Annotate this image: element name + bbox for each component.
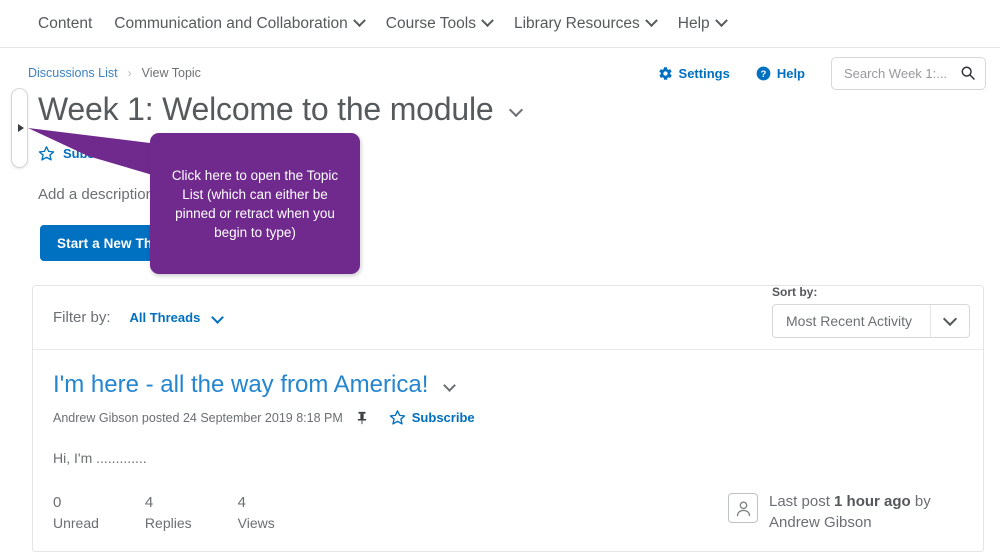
breadcrumb-current-view-topic: View Topic — [141, 66, 201, 80]
question-circle-icon: ? — [756, 66, 771, 81]
breadcrumb-toolbar-row: Discussions List › View Topic Settings ?… — [0, 48, 1000, 90]
thread-chevron-down-icon[interactable] — [443, 378, 457, 392]
nav-item-help[interactable]: Help — [677, 14, 728, 33]
nav-item-library-resources[interactable]: Library Resources — [513, 14, 658, 33]
sort-by-value: Most Recent Activity — [786, 313, 913, 329]
nav-item-label: Communication and Collaboration — [114, 14, 348, 32]
thread-author-timestamp: Andrew Gibson posted 24 September 2019 8… — [53, 410, 343, 425]
sort-by-group: Sort by: Most Recent Activity — [772, 285, 970, 338]
chevron-down-icon — [930, 305, 969, 337]
stat-replies: 4 Replies — [145, 493, 192, 533]
last-post-time: 1 hour ago — [834, 493, 911, 510]
last-post-prefix: Last post — [769, 493, 835, 510]
stat-value: 4 — [144, 494, 154, 511]
chevron-down-icon — [714, 14, 728, 28]
thread-footer: 0 Unread 4 Replies 4 Views Last post 1 h… — [53, 491, 961, 533]
chevron-down-icon — [211, 310, 224, 324]
nav-item-label: Content — [38, 14, 93, 32]
filter-by-value: All Threads — [129, 310, 201, 325]
nav-item-course-tools[interactable]: Course Tools — [385, 14, 494, 33]
triangle-right-icon — [17, 124, 24, 132]
threads-toolbar: Filter by: All Threads Sort by: Most Rec… — [33, 285, 983, 350]
chevron-down-icon — [644, 14, 658, 28]
nav-item-label: Library Resources — [513, 14, 640, 32]
topic-list-panel-handle[interactable] — [11, 88, 28, 168]
breadcrumb-separator-icon: › — [127, 66, 132, 80]
last-post-info: Last post 1 hour ago by Andrew Gibson — [728, 491, 961, 533]
callout-pointer-tail — [28, 128, 158, 176]
last-post-middle: by — [910, 493, 931, 510]
page-title-chevron-down-icon[interactable] — [509, 102, 524, 118]
star-outline-icon — [389, 409, 406, 426]
thread-title-link[interactable]: I'm here - all the way from America! — [53, 371, 428, 399]
search-box[interactable] — [831, 56, 986, 90]
nav-item-label: Help — [677, 14, 710, 32]
page-title: Week 1: Welcome to the module — [38, 90, 494, 127]
chevron-down-icon — [481, 14, 494, 28]
stat-label: Unread — [53, 515, 99, 531]
pin-icon — [355, 410, 369, 426]
thread-subscribe-button[interactable]: Subscribe — [389, 409, 475, 426]
nav-item-communication-and-collaboration[interactable]: Communication and Collaboration — [114, 14, 366, 33]
gear-icon — [658, 66, 673, 81]
thread-body-excerpt: Hi, I'm ............. — [53, 450, 147, 466]
filter-by-dropdown[interactable]: All Threads — [129, 310, 224, 325]
sort-by-label: Sort by: — [772, 285, 818, 299]
stat-label: Replies — [144, 515, 192, 531]
chevron-down-icon — [352, 14, 366, 28]
page-title-row: Week 1: Welcome to the module — [0, 84, 1000, 132]
callout-text: Click here to open the Topic List (which… — [171, 167, 339, 240]
svg-text:?: ? — [760, 68, 766, 78]
nav-item-content[interactable]: Content — [38, 15, 92, 33]
settings-label: Settings — [678, 65, 730, 81]
stat-value: 4 — [237, 494, 246, 511]
last-post-text: Last post 1 hour ago by Andrew Gibson — [769, 491, 959, 533]
threads-card: Filter by: All Threads Sort by: Most Rec… — [32, 285, 984, 552]
settings-button[interactable]: Settings — [658, 66, 730, 81]
user-avatar-icon — [728, 493, 758, 523]
stat-value: 0 — [53, 494, 62, 511]
stat-views: 4 Views — [238, 493, 275, 533]
search-icon[interactable] — [960, 65, 976, 81]
last-post-author: Andrew Gibson — [769, 514, 872, 531]
search-input[interactable] — [842, 64, 960, 82]
help-label: Help — [776, 65, 805, 81]
stat-label: Views — [237, 515, 275, 531]
breadcrumb-link-discussions-list[interactable]: Discussions List — [28, 66, 118, 80]
help-button[interactable]: ? Help — [756, 66, 805, 81]
stat-unread: 0 Unread — [53, 493, 99, 533]
filter-by-label: Filter by: — [53, 309, 111, 326]
sort-by-select[interactable]: Most Recent Activity — [772, 304, 970, 338]
nav-item-label: Course Tools — [385, 14, 476, 32]
top-navigation-bar: Content Communication and Collaboration … — [0, 0, 1000, 48]
thread-subscribe-label[interactable]: Subscribe — [412, 410, 475, 425]
callout-tooltip: Click here to open the Topic List (which… — [150, 133, 360, 274]
thread-meta-row: Andrew Gibson posted 24 September 2019 8… — [53, 409, 961, 426]
thread-item: I'm here - all the way from America! And… — [33, 350, 983, 551]
thread-stats: 0 Unread 4 Replies 4 Views — [53, 493, 321, 533]
